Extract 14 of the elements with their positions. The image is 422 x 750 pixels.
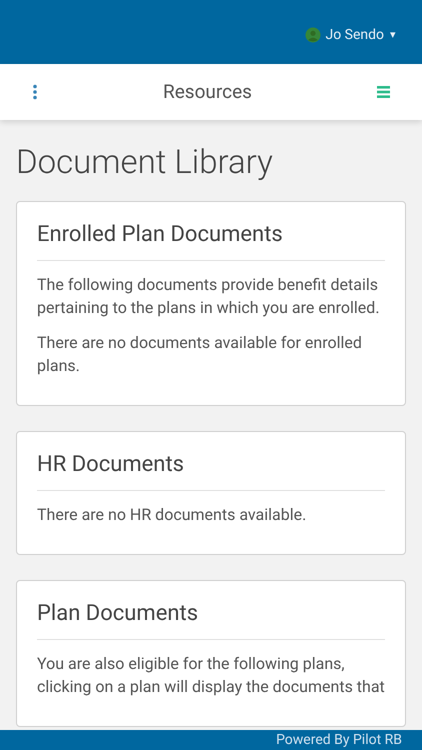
nav-title: Resources [163,78,252,105]
footer-text: Powered By Pilot RB [276,731,402,750]
page-title: Document Library [16,142,274,184]
section-heading: Enrolled Plan Documents [37,220,385,261]
section-heading: Plan Documents [37,599,385,640]
menu-icon[interactable] [377,86,390,98]
user-menu-button[interactable]: Jo Sendo ▾ [325,24,396,46]
more-options-icon[interactable] [32,84,38,100]
user-avatar-icon [305,27,322,43]
section-text: You are also eligible for the following plans, clicking on a plan will display the documents that [37,653,385,698]
section-text: There are no HR documents available. [37,504,308,526]
section-heading: HR Documents [37,450,385,491]
section-text: The following documents provide benefit details pertaining to the plans in which you are enrolled. [37,274,381,319]
section-text: There are no documents available for enrolled plans. [37,332,363,377]
